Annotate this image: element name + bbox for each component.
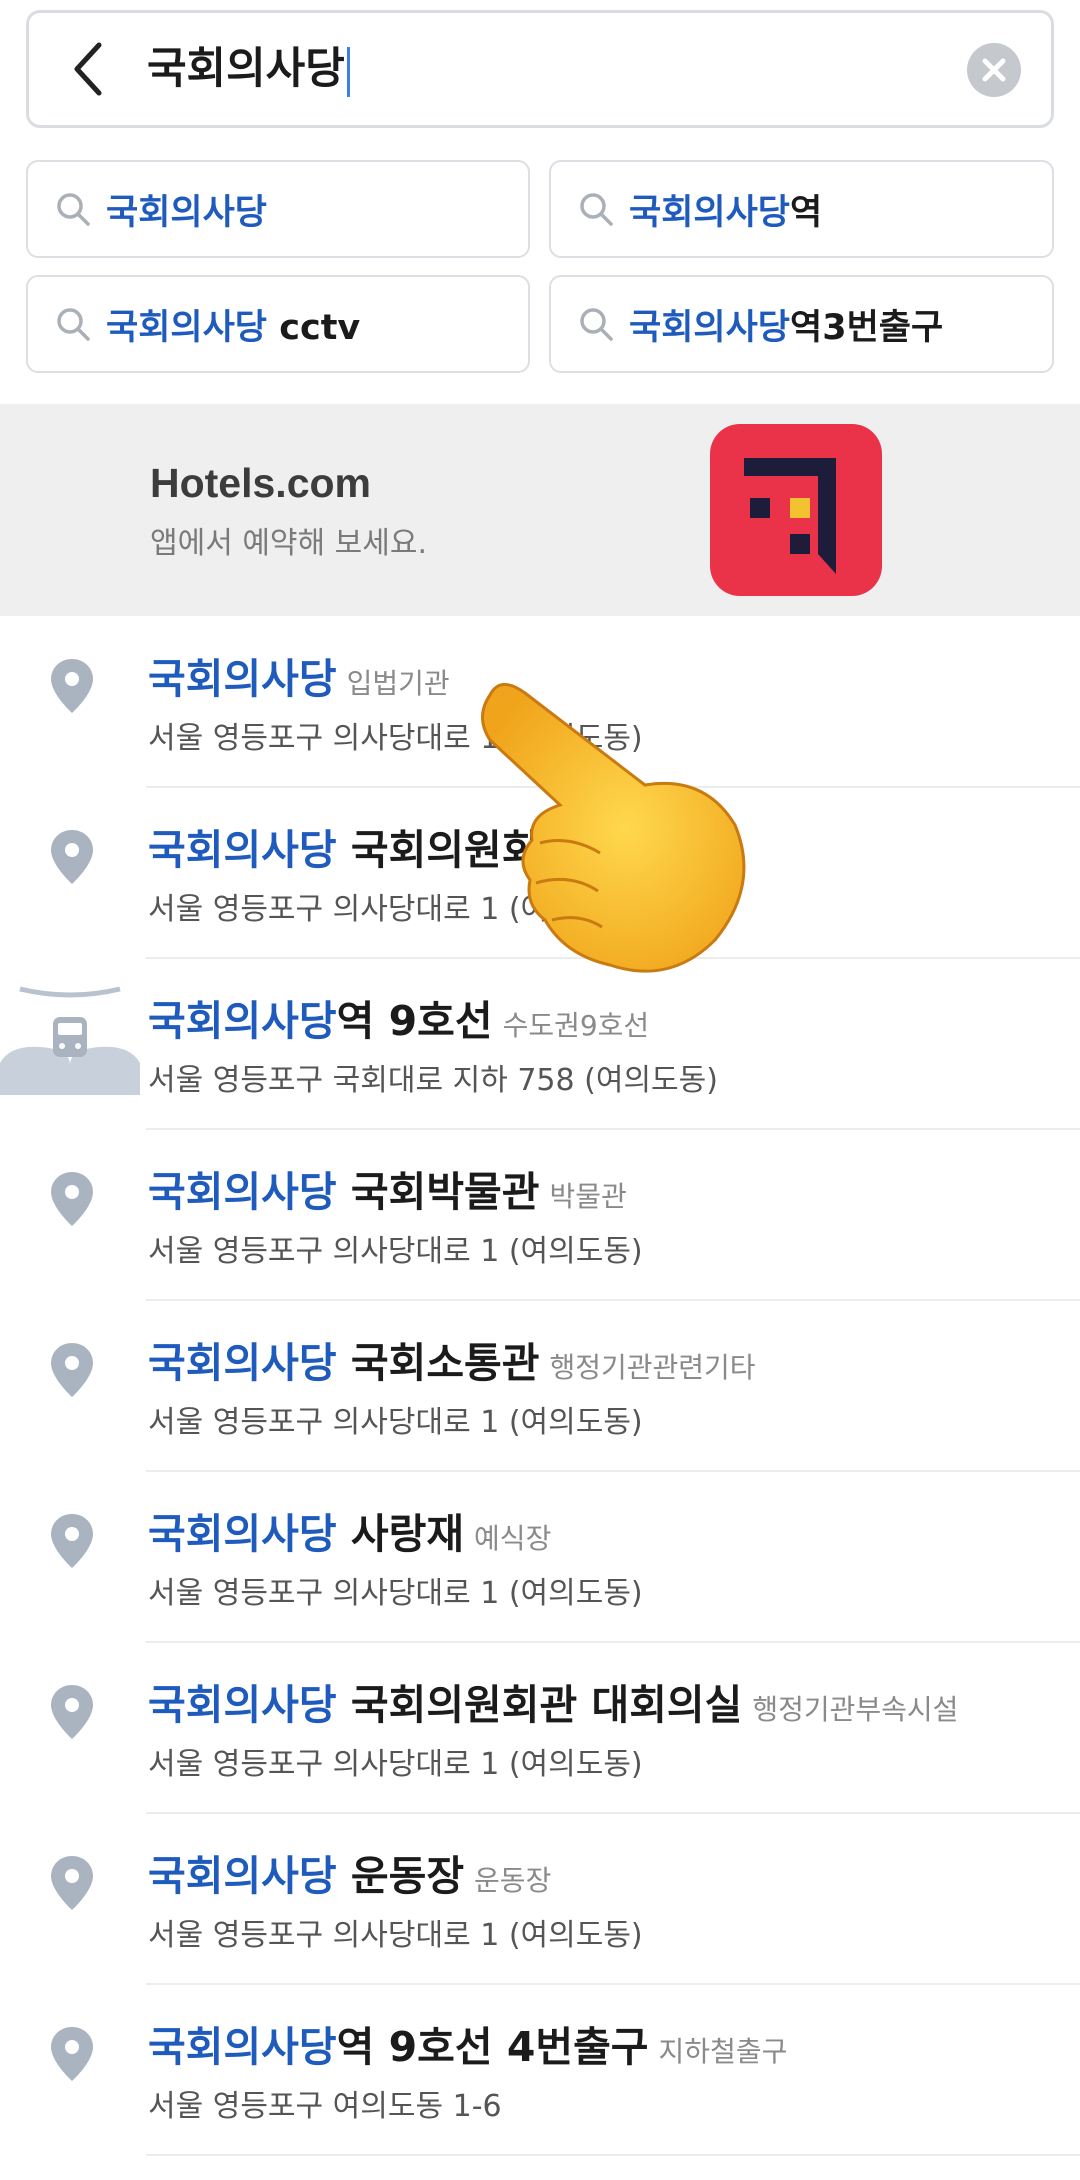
close-icon	[982, 58, 1006, 82]
search-icon	[57, 193, 90, 226]
result-name: 국회박물관	[336, 1168, 540, 1216]
result-name: 국회소통관	[336, 1339, 540, 1387]
result-address: 서울 영등포구 의사당대로 1 (여의도동)	[148, 1576, 643, 1611]
result-highlight: 국회의사당	[148, 1681, 337, 1729]
result-name: 운동장	[336, 1852, 465, 1900]
location-pin-icon	[51, 659, 93, 713]
result-name: 역 9호선	[336, 997, 493, 1045]
result-category: 운동장	[474, 1864, 552, 1897]
result-name: 국회의원회관	[336, 826, 578, 874]
text-caret	[346, 46, 350, 97]
location-pin-icon	[51, 1685, 93, 1739]
result-highlight: 국회의사당	[148, 997, 337, 1045]
result-item[interactable]: 국회의사당역 9호선 4번출구 지하철출구 서울 영등포구 여의도동 1-6	[0, 1985, 1080, 2156]
result-list: 국회의사당 입법기관 서울 영등포구 의사당대로 1 (여의도동) 국회의사당 국…	[0, 617, 1080, 2156]
result-name: 국회의원회관 대회의실	[336, 1681, 743, 1729]
hotels-logo-icon	[710, 424, 882, 596]
result-address: 서울 영등포구 의사당대로 1 (여의도동)	[148, 721, 643, 756]
clear-search-button[interactable]	[967, 43, 1021, 97]
result-category: 박물관	[549, 1180, 627, 1213]
result-highlight: 국회의사당	[148, 1168, 337, 1216]
search-icon	[57, 308, 90, 341]
result-category: 예식장	[474, 1522, 552, 1555]
result-category: 입법기관	[346, 667, 450, 700]
back-arrow-icon[interactable]	[59, 37, 123, 101]
result-category: 수도권9호선	[502, 1009, 650, 1042]
result-address: 서울 영등포구 의사당대로 1 (여의도동)	[148, 1747, 643, 1782]
result-item[interactable]: 국회의사당 사랑재 예식장 서울 영등포구 의사당대로 1 (여의도동)	[0, 1472, 1080, 1643]
result-address: 서울 영등포구 여의도동 1-6	[148, 2089, 502, 2124]
search-input[interactable]: 국회의사당	[147, 41, 350, 97]
result-category: 지하철출구	[658, 2035, 788, 2068]
result-name: 사랑재	[336, 1510, 465, 1558]
result-highlight: 국회의사당	[148, 1510, 337, 1558]
chip-highlight: 국회의사당	[629, 192, 791, 233]
divider	[146, 2154, 1080, 2156]
result-highlight: 국회의사당	[148, 655, 337, 703]
result-item[interactable]: 국회의사당 국회의원회관 대회의실 행정기관부속시설 서울 영등포구 의사당대로 …	[0, 1643, 1080, 1814]
search-query: 국회의사당	[147, 44, 345, 94]
suggestion-chip[interactable]: 국회의사당역3번출구	[549, 275, 1054, 373]
location-pin-icon	[51, 1514, 93, 1568]
location-pin-icon	[51, 2027, 93, 2081]
result-category: 행정기관부속시설	[752, 1693, 959, 1726]
chip-rest: 역3번출구	[790, 307, 944, 348]
location-pin-icon	[51, 1856, 93, 1910]
suggestion-chip[interactable]: 국회의사당 cctv	[26, 275, 530, 373]
location-pin-icon	[51, 1172, 93, 1226]
result-address: 서울 영등포구 의사당대로 1 (여의도동)	[148, 892, 643, 927]
result-item[interactable]: 국회의사당 입법기관 서울 영등포구 의사당대로 1 (여의도동)	[0, 617, 1080, 788]
chip-rest: 역	[790, 192, 823, 233]
result-highlight: 국회의사당	[148, 826, 337, 874]
chip-highlight: 국회의사당	[629, 307, 791, 348]
result-item[interactable]: 국회의사당 국회소통관 행정기관관련기타 서울 영등포구 의사당대로 1 (여의도…	[0, 1301, 1080, 1472]
result-category: 행정기관관련기타	[549, 1351, 756, 1384]
location-pin-icon	[51, 830, 93, 884]
chip-highlight: 국회의사당	[106, 192, 268, 233]
result-highlight: 국회의사당	[148, 1339, 337, 1387]
location-pin-icon	[51, 1343, 93, 1397]
search-icon	[580, 193, 613, 226]
result-address: 서울 영등포구 국회대로 지하 758 (여의도동)	[148, 1063, 718, 1098]
result-item[interactable]: 국회의사당역 9호선 수도권9호선 서울 영등포구 국회대로 지하 758 (여의…	[0, 959, 1080, 1130]
train-icon	[0, 986, 140, 1095]
chip-highlight: 국회의사당	[106, 307, 268, 348]
ad-subtitle: 앱에서 예약해 보세요.	[150, 526, 428, 561]
result-item[interactable]: 국회의사당 국회의원회관 서울 영등포구 의사당대로 1 (여의도동)	[0, 788, 1080, 959]
result-highlight: 국회의사당	[148, 2023, 337, 2071]
result-address: 서울 영등포구 의사당대로 1 (여의도동)	[148, 1234, 643, 1269]
search-icon	[580, 308, 613, 341]
chip-rest: cctv	[267, 307, 361, 348]
suggestion-chip[interactable]: 국회의사당역	[549, 160, 1054, 258]
result-item[interactable]: 국회의사당 국회박물관 박물관 서울 영등포구 의사당대로 1 (여의도동)	[0, 1130, 1080, 1301]
result-address: 서울 영등포구 의사당대로 1 (여의도동)	[148, 1405, 643, 1440]
ad-banner[interactable]: Hotels.com 앱에서 예약해 보세요.	[0, 404, 1080, 616]
ad-title: Hotels.com	[150, 460, 371, 506]
suggestion-chip[interactable]: 국회의사당	[26, 160, 530, 258]
result-item[interactable]: 국회의사당 운동장 운동장 서울 영등포구 의사당대로 1 (여의도동)	[0, 1814, 1080, 1985]
search-bar[interactable]: 국회의사당	[26, 10, 1054, 128]
result-highlight: 국회의사당	[148, 1852, 337, 1900]
result-name: 역 9호선 4번출구	[336, 2023, 649, 2071]
result-address: 서울 영등포구 의사당대로 1 (여의도동)	[148, 1918, 643, 1953]
